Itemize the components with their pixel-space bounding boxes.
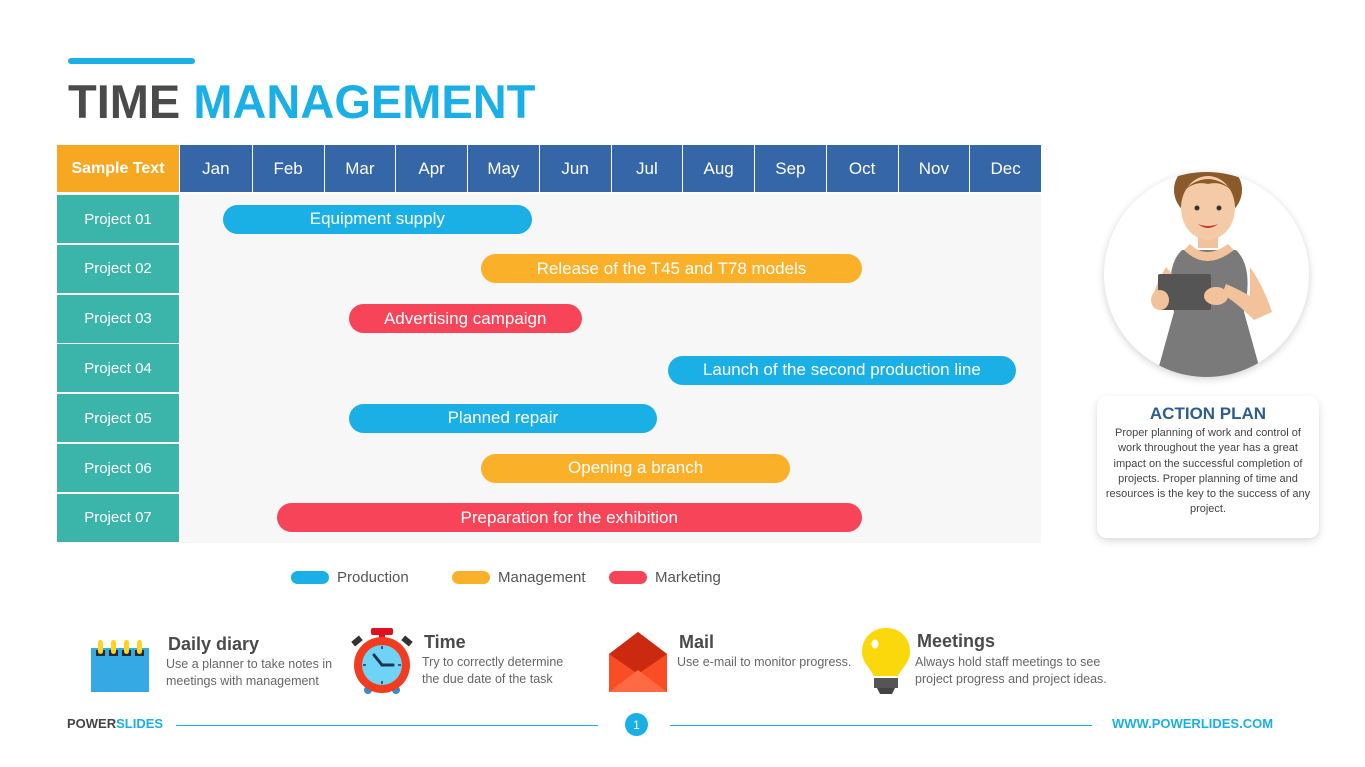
footer-divider-left [176, 725, 598, 726]
month-header-nov: Nov [898, 145, 970, 192]
feature-desc-line2: meetings with management [166, 674, 319, 688]
legend-label: Management [498, 569, 586, 586]
action-plan-text: Proper planning of work and control of w… [1105, 427, 1311, 516]
header-corner-label: Sample Text [57, 145, 179, 192]
feature-title: Meetings [917, 631, 996, 651]
month-header-apr: Apr [396, 145, 467, 192]
feature-desc-line1: Try to correctly determine [422, 655, 564, 669]
legend-label: Marketing [655, 569, 721, 586]
title-part-2: MANAGEMENT [193, 75, 536, 128]
businesswoman-illustration [1104, 172, 1309, 377]
gantt-chart: Sample Text Jan Feb Mar Apr May Jun Jul Aug Sep O… [57, 145, 1041, 543]
row-label-project-7: Project 07 [57, 493, 179, 542]
gantt-bar-project-1: Equipment supply [223, 204, 532, 234]
row-label-project-5: Project 05 [57, 394, 179, 443]
legend-label: Production [337, 569, 409, 586]
row-label-project-2: Project 02 [57, 244, 179, 293]
legend-item-production: Production [291, 569, 409, 586]
month-header-jun: Jun [539, 145, 611, 192]
feature-title: Mail [679, 632, 715, 652]
month-header-aug: Aug [683, 145, 754, 192]
month-header-sep: Sep [755, 145, 826, 192]
feature-desc-line1: Use e-mail to monitor progress. [677, 655, 852, 669]
page-number-badge: 1 [625, 713, 648, 736]
feature-desc-line1: Always hold staff meetings to see [915, 655, 1101, 669]
gantt-bar-project-6: Opening a branch [481, 453, 790, 483]
feature-desc-line1: Use a planner to take notes in [166, 657, 333, 671]
notebook-icon [91, 640, 149, 692]
legend-swatch-production [291, 571, 329, 584]
page-title: TIME MANAGEMENT [68, 74, 535, 129]
feature-title: Time [424, 632, 466, 652]
footer-divider-right [670, 725, 1092, 726]
month-header-dec: Dec [970, 145, 1041, 192]
action-plan-card: ACTION PLAN Proper planning of work and … [1097, 396, 1319, 538]
woman-with-tablet-icon [1151, 172, 1272, 377]
title-accent-line [68, 58, 195, 64]
month-header-jan: Jan [180, 145, 252, 192]
legend-swatch-management [452, 571, 490, 584]
feature-desc-line2: project progress and project ideas. [915, 672, 1107, 686]
footer-url-link[interactable]: WWW.POWERLIDES.COM [1112, 716, 1273, 731]
legend-swatch-marketing [609, 571, 647, 584]
feature-desc-line2: the due date of the task [422, 672, 553, 686]
gantt-bar-project-3: Advertising campaign [348, 304, 582, 334]
title-part-1: TIME [68, 75, 181, 128]
feature-title: Daily diary [168, 634, 260, 654]
row-label-project-4: Project 04 [57, 344, 179, 393]
stopwatch-icon [351, 628, 413, 694]
brand-part-1: POWER [67, 716, 117, 731]
month-header-may: May [468, 145, 539, 192]
lightbulb-icon [862, 628, 910, 694]
legend-item-marketing: Marketing [609, 569, 721, 586]
row-label-project-6: Project 06 [57, 444, 179, 492]
gantt-bar-project-2: Release of the T45 and T78 models [481, 254, 862, 284]
month-header-mar: Mar [324, 145, 396, 192]
month-header-feb: Feb [252, 145, 324, 192]
row-label-project-3: Project 03 [57, 294, 179, 343]
action-plan-title: ACTION PLAN [1149, 404, 1267, 423]
row-label-project-1: Project 01 [57, 195, 179, 243]
gantt-bar-project-7: Preparation for the exhibition [276, 503, 862, 533]
gantt-bar-project-5: Planned repair [348, 403, 658, 433]
month-header-jul: Jul [611, 145, 683, 192]
footer-brand: POWERSLIDES [67, 716, 163, 731]
month-header-oct: Oct [826, 145, 898, 192]
envelope-icon [609, 632, 667, 692]
legend-item-management: Management [452, 569, 586, 586]
brand-part-2: SLIDES [116, 716, 164, 731]
gantt-bar-project-4: Launch of the second production line [667, 355, 1016, 385]
